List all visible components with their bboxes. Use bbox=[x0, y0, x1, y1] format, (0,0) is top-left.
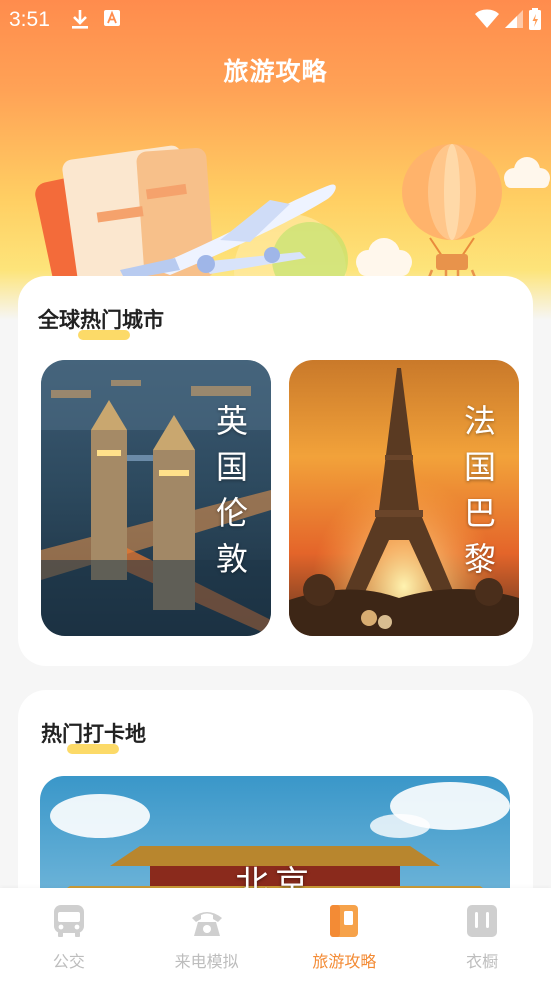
hero-illustration bbox=[0, 130, 551, 326]
hot-air-balloon-icon bbox=[402, 144, 502, 291]
wardrobe-icon bbox=[466, 904, 498, 942]
font-icon bbox=[104, 10, 120, 30]
popular-cities-card: 全球热门城市 英国伦敦 法国巴黎 bbox=[18, 276, 533, 666]
city-card-london[interactable]: 英国伦敦 bbox=[41, 360, 271, 636]
city-name-london: 英国伦敦 bbox=[211, 404, 249, 588]
download-icon bbox=[70, 8, 90, 34]
nav-item-bus[interactable]: 公交 bbox=[0, 888, 138, 981]
ticket-icon bbox=[35, 145, 215, 301]
nav-label-fake-call: 来电模拟 bbox=[174, 952, 239, 971]
nav-label-bus: 公交 bbox=[52, 952, 85, 971]
battery-icon bbox=[529, 8, 541, 34]
city-card-paris[interactable]: 法国巴黎 bbox=[289, 360, 519, 636]
phone-icon bbox=[190, 904, 224, 942]
nav-label-travel-guide: 旅游攻略 bbox=[312, 952, 377, 971]
popular-cities-title: 全球热门城市 bbox=[38, 304, 164, 340]
wifi-icon bbox=[475, 9, 499, 33]
nav-item-wardrobe[interactable]: 衣橱 bbox=[413, 888, 551, 981]
page-title: 旅游攻略 bbox=[223, 57, 328, 86]
travel-guide-screen: 3:51 旅游攻略 全球热门城市 英国伦敦 法国巴黎 热门打卡地 北京 公交 来… bbox=[0, 0, 551, 981]
hot-spots-title: 热门打卡地 bbox=[41, 718, 146, 754]
nav-item-fake-call[interactable]: 来电模拟 bbox=[138, 888, 276, 981]
status-bar: 3:51 bbox=[0, 0, 551, 40]
nav-item-travel-guide[interactable]: 旅游攻略 bbox=[276, 888, 414, 981]
guide-book-icon bbox=[329, 904, 359, 942]
nav-label-wardrobe: 衣橱 bbox=[466, 952, 499, 971]
bottom-navigation: 公交 来电模拟 旅游攻略 衣橱 bbox=[0, 888, 551, 981]
bus-icon bbox=[53, 904, 85, 942]
status-time: 3:51 bbox=[9, 8, 50, 31]
signal-icon bbox=[505, 10, 523, 32]
city-name-paris: 法国巴黎 bbox=[459, 404, 497, 588]
